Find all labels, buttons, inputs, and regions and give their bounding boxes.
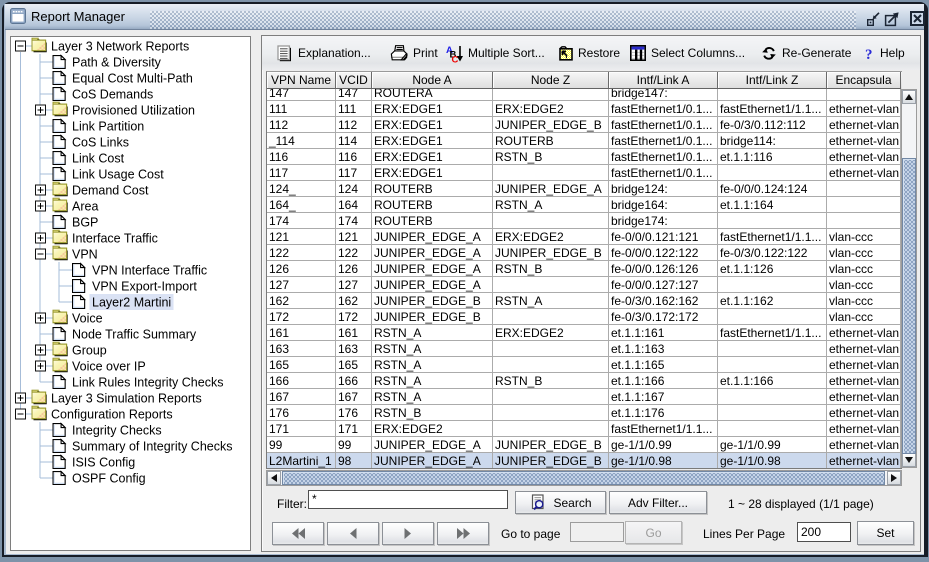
svg-text:VPN Interface Traffic: VPN Interface Traffic (92, 263, 207, 277)
svg-text:Layer 3 Simulation Reports: Layer 3 Simulation Reports (51, 391, 202, 405)
svg-text:Interface Traffic: Interface Traffic (72, 231, 158, 245)
svg-text:Voice: Voice (72, 311, 103, 325)
svg-text:CoS Demands: CoS Demands (72, 87, 153, 101)
svg-text:Provisioned Utilization: Provisioned Utilization (72, 103, 195, 117)
svg-text:Configuration Reports: Configuration Reports (51, 407, 173, 421)
svg-text:Voice over IP: Voice over IP (72, 359, 146, 373)
svg-text:Layer2 Martini: Layer2 Martini (92, 295, 171, 309)
svg-text:VPN: VPN (72, 247, 98, 261)
svg-text:C: C (452, 54, 459, 63)
svg-text:Group: Group (72, 343, 107, 357)
svg-text:Node Traffic Summary: Node Traffic Summary (72, 327, 197, 341)
svg-text:?: ? (865, 47, 873, 61)
svg-text:Layer 3 Network Reports: Layer 3 Network Reports (51, 39, 189, 53)
svg-text:Link Usage Cost: Link Usage Cost (72, 167, 164, 181)
svg-text:CoS Links: CoS Links (72, 135, 129, 149)
svg-text:Summary of Integrity Checks: Summary of Integrity Checks (72, 439, 232, 453)
svg-text:Integrity Checks: Integrity Checks (72, 423, 162, 437)
svg-text:ISIS Config: ISIS Config (72, 455, 135, 469)
svg-text:Link Cost: Link Cost (72, 151, 125, 165)
svg-text:Path & Diversity: Path & Diversity (72, 55, 162, 69)
svg-text:OSPF Config: OSPF Config (72, 471, 146, 485)
svg-text:Area: Area (72, 199, 98, 213)
svg-text:Equal Cost Multi-Path: Equal Cost Multi-Path (72, 71, 193, 85)
svg-text:Link Partition: Link Partition (72, 119, 144, 133)
svg-text:BGP: BGP (72, 215, 98, 229)
svg-text:Link Rules Integrity Checks: Link Rules Integrity Checks (72, 375, 223, 389)
svg-text:Demand Cost: Demand Cost (72, 183, 149, 197)
svg-text:VPN Export-Import: VPN Export-Import (92, 279, 197, 293)
